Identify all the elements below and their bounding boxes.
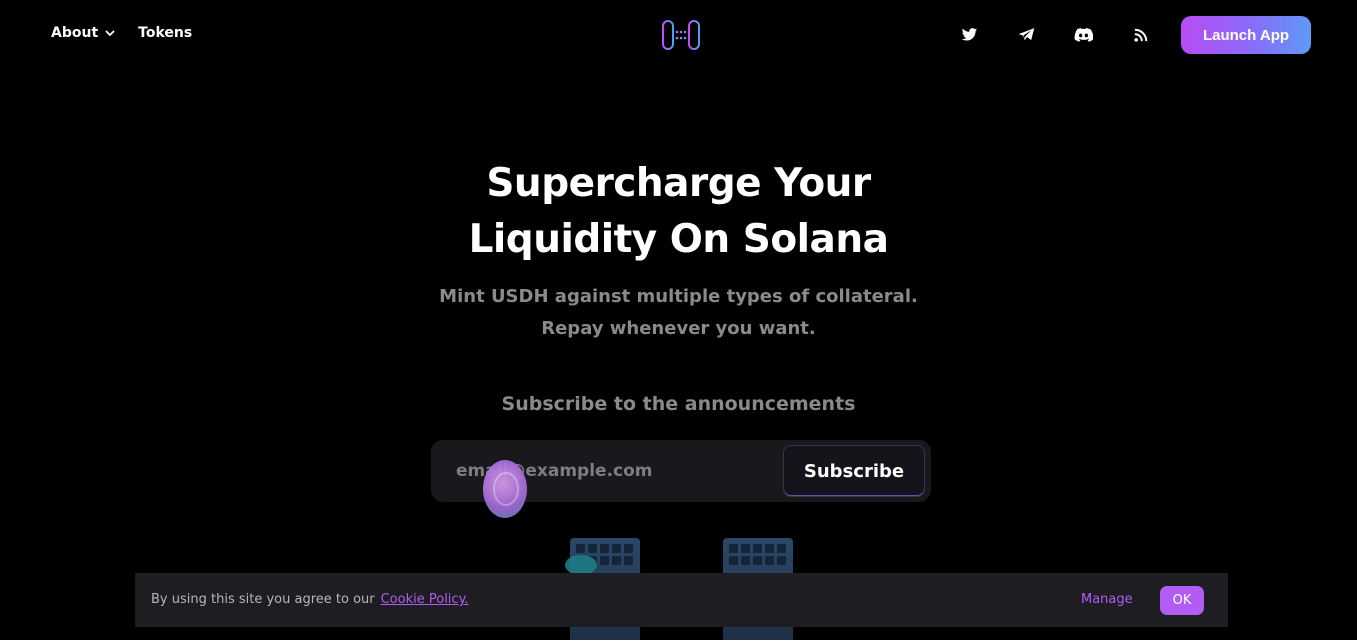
subscribe-heading: Subscribe to the announcements bbox=[501, 393, 856, 415]
cookie-banner: By using this site you agree to our Cooki… bbox=[135, 573, 1228, 627]
cookie-message: By using this site you agree to our bbox=[151, 592, 375, 607]
cookie-text: By using this site you agree to our Cooki… bbox=[151, 592, 469, 607]
hero-subtitle-line2: Repay whenever you want. bbox=[541, 318, 816, 339]
cookie-ok-button[interactable]: OK bbox=[1160, 586, 1204, 615]
hubble-logo-icon[interactable] bbox=[662, 20, 700, 50]
telegram-icon[interactable] bbox=[1017, 25, 1036, 44]
hero-title: Supercharge Your Liquidity On Solana bbox=[0, 156, 1357, 268]
launch-app-button[interactable]: Launch App bbox=[1181, 16, 1311, 54]
chevron-down-icon bbox=[105, 30, 115, 37]
nav-left: About Tokens bbox=[51, 25, 192, 41]
hero-subtitle: Mint USDH against multiple types of coll… bbox=[0, 281, 1357, 345]
twitter-icon[interactable] bbox=[960, 25, 979, 44]
manage-cookies-button[interactable]: Manage bbox=[1081, 592, 1133, 607]
nav-about-label: About bbox=[51, 25, 99, 41]
rss-icon[interactable] bbox=[1131, 25, 1150, 44]
hero-title-line1: Supercharge Your bbox=[486, 161, 871, 206]
discord-icon[interactable] bbox=[1074, 25, 1093, 44]
nav-tokens-link[interactable]: Tokens bbox=[138, 25, 192, 41]
hero-subtitle-line1: Mint USDH against multiple types of coll… bbox=[439, 286, 918, 307]
small-coin-illustration bbox=[565, 555, 597, 575]
floating-coin-illustration bbox=[483, 460, 527, 518]
hero-title-line2: Liquidity On Solana bbox=[468, 217, 889, 262]
subscribe-button[interactable]: Subscribe bbox=[783, 445, 925, 497]
top-nav: About Tokens Launch App bbox=[0, 0, 1357, 70]
nav-about-dropdown[interactable]: About bbox=[51, 25, 116, 41]
cookie-policy-link[interactable]: Cookie Policy. bbox=[381, 592, 469, 607]
social-links bbox=[960, 25, 1150, 44]
